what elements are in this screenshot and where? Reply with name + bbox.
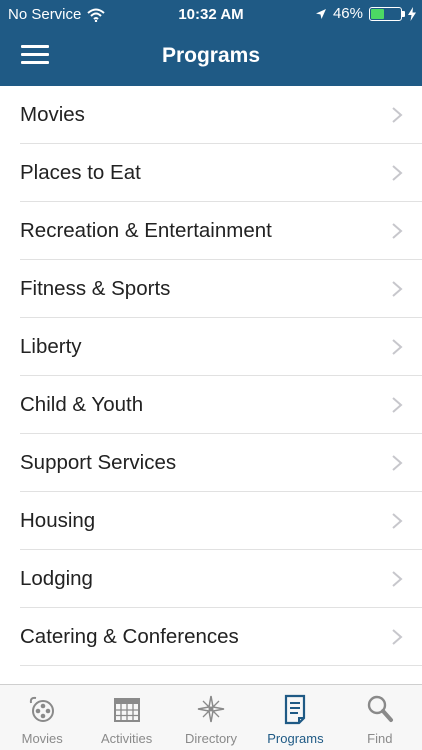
list-item-label: Fitness & Sports (20, 277, 171, 300)
chevron-right-icon (392, 223, 403, 239)
chevron-right-icon (392, 107, 403, 123)
battery-percent: 46% (332, 5, 363, 22)
tab-label: Activities (100, 731, 153, 746)
list-item-movies[interactable]: Movies (0, 86, 422, 144)
chevron-right-icon (392, 571, 403, 587)
list-item-label: Support Services (20, 451, 177, 474)
app-root: No Service 10:32 AM 46% Programs Movies … (0, 0, 422, 750)
list-item-housing[interactable]: Housing (0, 492, 422, 550)
tab-bar: Movies Activities Directory Programs Fin… (0, 684, 422, 750)
list-item-label: Movies (20, 103, 85, 126)
list-item-fitness[interactable]: Fitness & Sports (0, 260, 422, 318)
list-item-label: Recreation & Entertainment (20, 219, 272, 242)
charging-bolt-icon (408, 6, 416, 21)
list-item-lodging[interactable]: Lodging (0, 550, 422, 608)
nav-bar: Programs (0, 30, 422, 86)
tab-directory[interactable]: Directory (169, 685, 253, 750)
location-arrow-icon (315, 8, 326, 19)
list-item-catering[interactable]: Catering & Conferences (0, 608, 422, 666)
compass-icon (197, 695, 225, 723)
list-item-label: Lodging (20, 567, 93, 590)
header-area: No Service 10:32 AM 46% Programs (0, 0, 422, 86)
chevron-right-icon (392, 455, 403, 471)
list-item-support-services[interactable]: Support Services (0, 434, 422, 492)
list-item-label: Liberty (20, 335, 82, 358)
chevron-right-icon (392, 281, 403, 297)
chevron-right-icon (392, 629, 403, 645)
list-item-liberty[interactable]: Liberty (0, 318, 422, 376)
tab-movies[interactable]: Movies (0, 685, 84, 750)
tab-label: Directory (185, 731, 238, 746)
list-item-child-youth[interactable]: Child & Youth (0, 376, 422, 434)
search-icon (367, 695, 393, 722)
list-item-label: Catering & Conferences (20, 625, 239, 648)
document-icon (285, 694, 306, 725)
chevron-right-icon (392, 513, 403, 529)
film-reel-icon (30, 696, 55, 722)
battery-icon (369, 6, 405, 21)
list-item-label: Places to Eat (20, 161, 141, 184)
battery-fill (371, 8, 384, 19)
tab-label: Movies (21, 731, 63, 746)
tab-label: Programs (267, 731, 324, 746)
list-item-label: Child & Youth (20, 393, 144, 416)
status-bar: No Service 10:32 AM 46% (0, 0, 422, 30)
tab-programs[interactable]: Programs (253, 685, 337, 750)
tab-find[interactable]: Find (338, 685, 422, 750)
chevron-right-icon (392, 397, 403, 413)
chevron-right-icon (392, 339, 403, 355)
page-title: Programs (161, 44, 261, 67)
status-right: 46% (315, 5, 416, 22)
chevron-right-icon (392, 165, 403, 181)
list-item-recreation[interactable]: Recreation & Entertainment (0, 202, 422, 260)
tab-activities[interactable]: Activities (84, 685, 168, 750)
tab-label: Find (367, 731, 393, 746)
calendar-icon (113, 698, 140, 722)
list-item-places-to-eat[interactable]: Places to Eat (0, 144, 422, 202)
list-item-label: Housing (20, 509, 96, 532)
programs-list: Movies Places to Eat Recreation & Entert… (0, 86, 422, 666)
